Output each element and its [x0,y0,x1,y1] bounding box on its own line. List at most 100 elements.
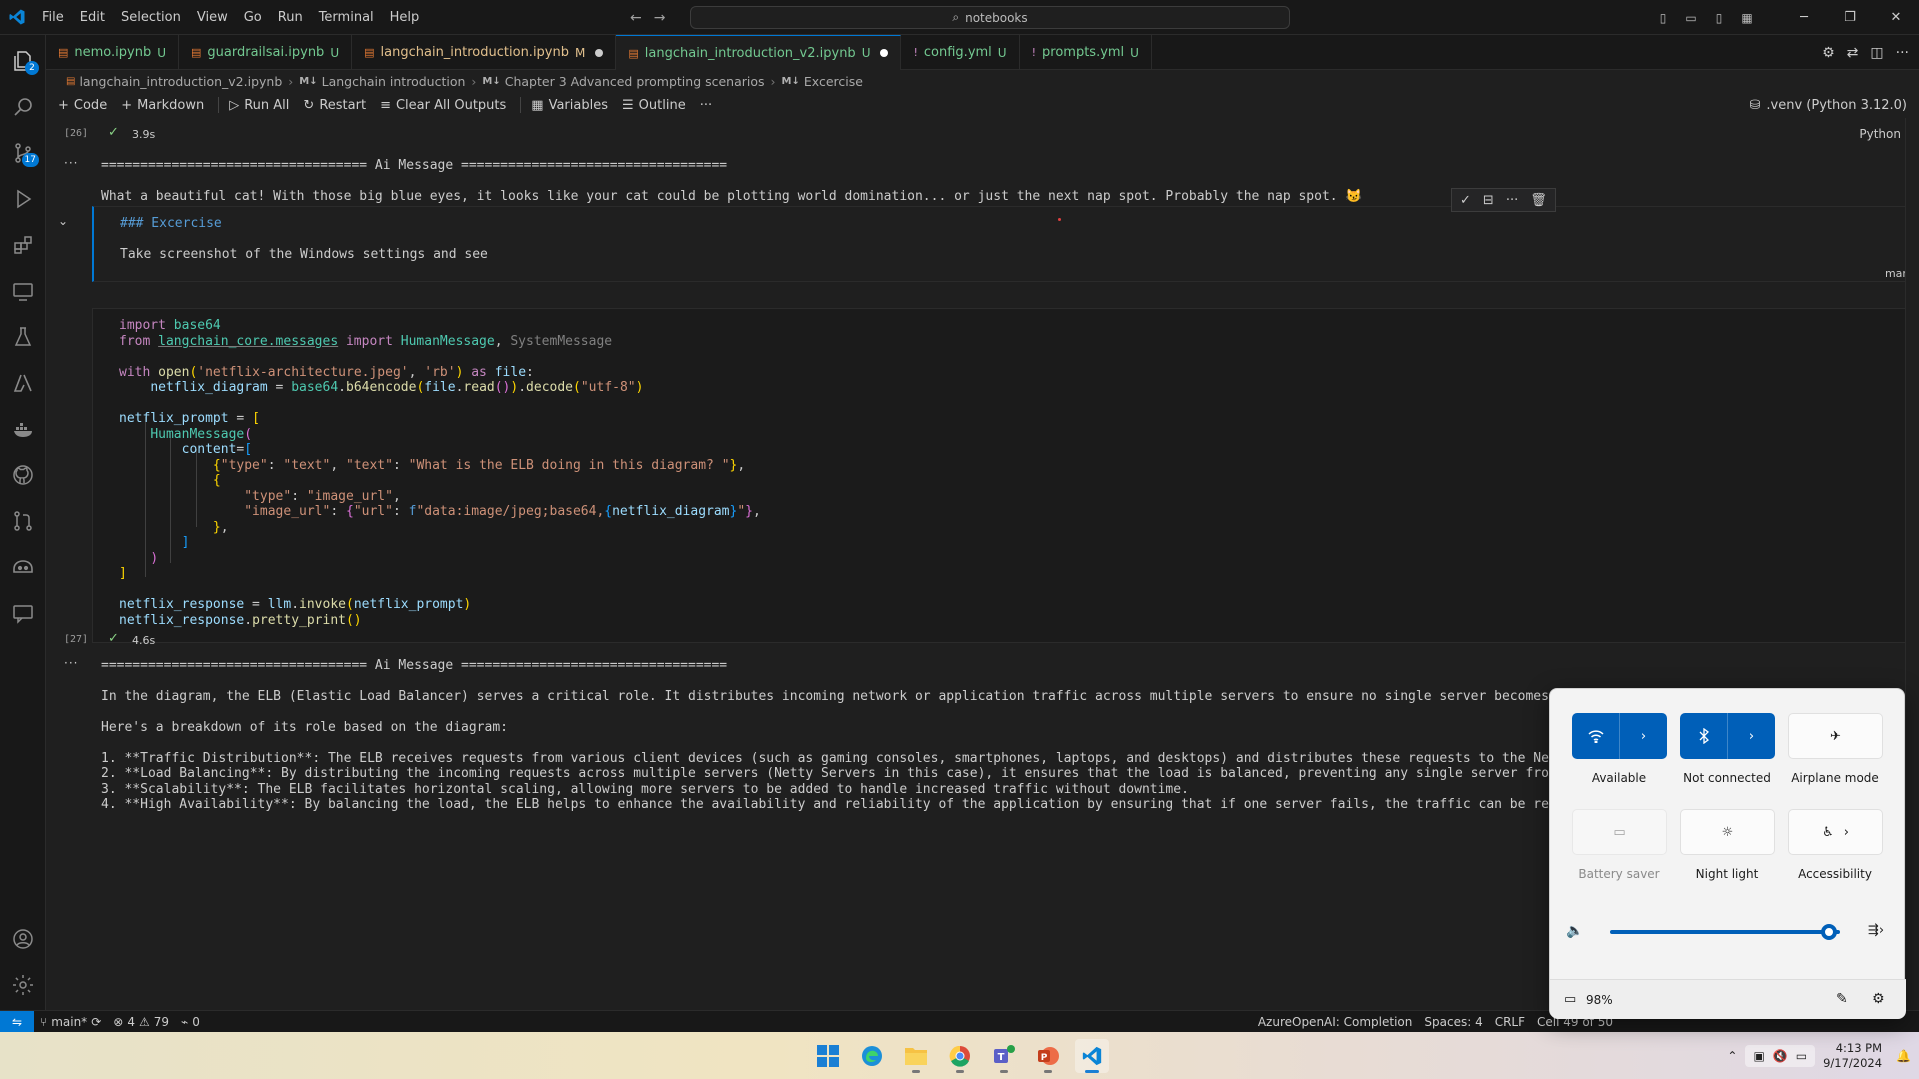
restore-button[interactable]: ❐ [1827,0,1873,35]
menu-go[interactable]: Go [236,0,270,35]
battery-saver-toggle[interactable]: ▭ [1572,809,1667,855]
teams-icon[interactable]: T [987,1039,1021,1073]
breadcrumb-file[interactable]: langchain_introduction_v2.ipynb [79,74,282,89]
restart-button[interactable]: ↻ Restart [303,98,366,113]
cell-language[interactable]: Python [1859,127,1901,141]
vscode-taskbar-icon[interactable] [1075,1038,1109,1073]
clear-all-outputs-button[interactable]: ≡ Clear All Outputs [380,98,506,113]
remote-explorer-icon[interactable] [0,269,46,313]
accessibility-button[interactable]: ♿ › [1788,809,1883,855]
close-window-button[interactable]: ✕ [1873,0,1919,35]
add-markdown-cell-button[interactable]: + Markdown [121,98,204,113]
toggle-primary-sidebar-icon[interactable]: ▯ [1649,0,1677,35]
audio-output-icon[interactable]: ⇶› [1868,923,1884,938]
forward-arrow-icon[interactable]: → [654,10,666,26]
more-actions-icon[interactable]: ··· [1896,45,1909,61]
tab-langchain-introduction[interactable]: ▤ langchain_introduction.ipynb M [352,35,617,70]
breadcrumb-heading[interactable]: Excercise [804,74,863,89]
menu-help[interactable]: Help [382,0,428,35]
azure-icon[interactable] [0,361,46,405]
bluetooth-icon[interactable] [1680,713,1727,759]
run-all-button[interactable]: ▷ Run All [229,98,289,113]
indentation-status[interactable]: Spaces: 4 [1418,1015,1488,1029]
comments-icon[interactable] [0,591,46,635]
problems-status[interactable]: ⊗ 4 ⚠ 79 [107,1015,175,1029]
powerpoint-icon[interactable]: P [1031,1039,1065,1073]
accounts-icon[interactable] [0,917,46,961]
explorer-icon[interactable]: 2 [0,39,46,83]
ports-status[interactable]: ⌁ 0 [175,1015,206,1029]
stop-editing-check-icon[interactable]: ✓ [1460,193,1471,208]
manage-gear-icon[interactable] [0,963,46,1007]
command-center-search[interactable]: ⌕ notebooks [690,6,1290,29]
clock[interactable]: 4:13 PM 9/17/2024 [1823,1041,1882,1071]
edit-pencil-icon[interactable]: ✎ [1836,991,1848,1007]
toolbar-more-button[interactable]: ··· [700,98,712,113]
extensions-icon[interactable] [0,223,46,267]
volume-muted-icon[interactable]: 🔈 [1566,923,1583,939]
outline-button[interactable]: ☰ Outline [622,98,686,113]
airplane-mode-toggle[interactable]: ✈ [1788,713,1883,759]
add-code-cell-button[interactable]: + Code [58,98,107,113]
settings-gear-icon[interactable]: ⚙ [1822,45,1835,61]
chrome-browser-icon[interactable] [943,1039,977,1073]
chevron-up-icon[interactable]: ⌃ [1727,1049,1737,1063]
unsaved-dot-icon[interactable] [880,49,889,57]
pull-requests-icon[interactable] [0,499,46,543]
menu-file[interactable]: File [34,0,72,35]
tab-langchain-introduction-v2[interactable]: ▤ langchain_introduction_v2.ipynb U [616,35,902,70]
edge-browser-icon[interactable] [855,1039,889,1073]
file-explorer-icon[interactable] [899,1039,933,1073]
tab-config-yml[interactable]: ! config.yml U [901,35,1020,70]
wifi-chevron-right-icon[interactable]: › [1620,713,1667,759]
editor-scrollbar[interactable] [1905,118,1919,1010]
eol-status[interactable]: CRLF [1489,1015,1531,1029]
bluetooth-toggle[interactable]: › [1680,713,1775,759]
delete-cell-icon[interactable]: 🗑 [1530,193,1547,208]
toggle-panel-icon[interactable]: ▭ [1677,0,1705,35]
menu-view[interactable]: View [189,0,236,35]
cell-more-icon[interactable]: ··· [1506,193,1518,208]
battery-percentage[interactable]: 98% [1586,993,1613,1007]
minimize-button[interactable]: ─ [1781,0,1827,35]
night-light-toggle[interactable]: ☼ [1680,809,1775,855]
docker-icon[interactable] [0,407,46,451]
remote-indicator-icon[interactable]: ⇋ [0,1010,34,1033]
output-more-icon[interactable]: ··· [64,656,78,670]
completion-status[interactable]: AzureOpenAI: Completion [1252,1015,1419,1029]
menu-terminal[interactable]: Terminal [311,0,382,35]
breadcrumb-section[interactable]: Langchain introduction [322,74,466,89]
volume-slider-thumb[interactable] [1820,924,1837,940]
tab-nemo[interactable]: ▤ nemo.ipynb U [46,35,180,70]
menu-edit[interactable]: Edit [72,0,113,35]
settings-gear-icon[interactable]: ⚙ [1872,991,1885,1007]
bluetooth-chevron-right-icon[interactable]: › [1728,713,1775,759]
kernel-picker[interactable]: ⛁ .venv (Python 3.12.0) [1750,92,1907,118]
branch-status[interactable]: ⑂ main* ⟳ [34,1015,107,1029]
output-more-icon[interactable]: ··· [64,156,78,170]
collapse-chevron-icon[interactable]: ⌄ [58,214,68,228]
menu-selection[interactable]: Selection [113,0,189,35]
markdown-cell[interactable]: ### Excercise Take screenshot of the Win… [92,206,1919,282]
toggle-secondary-sidebar-icon[interactable]: ▯ [1705,0,1733,35]
wifi-toggle[interactable]: › [1572,713,1667,759]
tab-guardrailsai[interactable]: ▤ guardrailsai.ipynb U [179,35,353,70]
quick-settings-tray-button[interactable]: ▣ 🔇 ▭ [1745,1044,1816,1067]
breadcrumb-chapter[interactable]: Chapter 3 Advanced prompting scenarios [505,74,765,89]
notification-bell-icon[interactable]: 🔔 [1896,1049,1911,1063]
copilot-icon[interactable] [0,545,46,589]
battery-icon[interactable]: ▭ [1564,992,1576,1007]
run-debug-icon[interactable] [0,177,46,221]
compare-changes-icon[interactable]: ⇄ [1847,45,1859,61]
testing-icon[interactable] [0,315,46,359]
tab-prompts-yml[interactable]: ! prompts.yml U [1020,35,1152,70]
github-icon[interactable] [0,453,46,497]
search-activity-icon[interactable] [0,85,46,129]
windows-start-icon[interactable] [811,1039,845,1073]
split-editor-icon[interactable]: ◫ [1870,45,1883,61]
source-control-icon[interactable]: 17 [0,131,46,175]
menu-run[interactable]: Run [270,0,311,35]
wifi-icon[interactable] [1572,713,1619,759]
unsaved-dot-icon[interactable] [595,48,604,57]
code-cell[interactable]: import base64 from langchain_core.messag… [92,308,1919,643]
